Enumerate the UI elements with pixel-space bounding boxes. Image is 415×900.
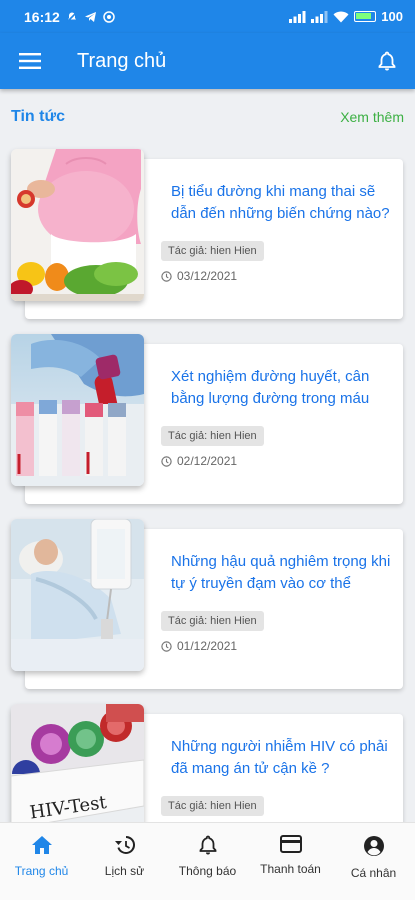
clock-icon [161,455,172,467]
clock-icon [161,270,172,282]
bell-icon [199,835,216,855]
nav-home[interactable]: Trang chủ [0,835,83,878]
article-title[interactable]: Những hậu quả nghiêm trọng khi tự ý truy… [171,551,401,595]
bottom-navigation: Trang chủ Lịch sử Thông báo Thanh toán C… [0,822,415,900]
card-icon [279,835,302,853]
menu-button[interactable] [0,33,60,89]
signal-icon [289,10,306,23]
news-card[interactable]: Những hậu quả nghiêm trọng khi tự ý truy… [11,519,403,689]
article-date: 01/12/2021 [177,639,238,653]
alarm-off-icon [66,10,78,23]
news-card[interactable]: Những người nhiễm HIV có phải đã mang án… [11,704,403,822]
nav-history[interactable]: Lịch sử [83,835,166,878]
see-more-link[interactable]: Xem thêm [340,109,404,125]
nav-notifications[interactable]: Thông báo [166,835,249,878]
menu-icon [19,53,41,69]
nav-label: Thông báo [178,864,237,878]
home-icon [31,836,52,854]
battery-icon [354,11,377,22]
settings-status-icon [103,10,115,23]
news-card[interactable]: Bị tiểu đường khi mang thai sẽ dẫn đến n… [11,149,403,319]
notifications-button[interactable] [359,33,415,89]
page-title: Trang chủ [77,49,167,72]
status-bar: 16:12 100 [0,0,415,33]
article-thumbnail[interactable]: HIV-Test [11,704,144,822]
author-badge: Tác giả: hien Hien [161,611,264,631]
article-date-row: 02/12/2021 [161,454,237,468]
article-title[interactable]: Những người nhiễm HIV có phải đã mang án… [171,736,401,780]
article-date: 02/12/2021 [177,454,238,468]
article-thumbnail[interactable] [11,149,144,301]
author-badge: Tác giả: hien Hien [161,241,264,261]
account-icon [363,836,384,856]
nav-payment[interactable]: Thanh toán [249,835,332,876]
app-bar: Trang chủ [0,33,415,89]
news-card[interactable]: Xét nghiệm đường huyết, cân bằng lượng đ… [11,334,403,504]
nav-label: Trang chủ [14,864,69,878]
article-title[interactable]: Bị tiểu đường khi mang thai sẽ dẫn đến n… [171,181,401,225]
bell-icon [378,51,396,71]
article-date: 03/12/2021 [177,269,238,283]
author-badge: Tác giả: hien Hien [161,796,264,816]
nav-label: Lịch sử [104,864,145,878]
news-feed[interactable]: Tin tức Xem thêm Bị tiểu đường khi mang … [0,89,415,822]
nav-profile[interactable]: Cá nhân [332,835,415,880]
article-date-row: 01/12/2021 [161,639,237,653]
status-time: 16:12 [24,8,60,25]
author-badge: Tác giả: hien Hien [161,426,264,446]
article-date-row: 03/12/2021 [161,269,237,283]
section-title: Tin tức [11,108,65,125]
news-section-header: Tin tức Xem thêm [0,89,415,145]
article-thumbnail[interactable] [11,519,144,671]
article-title[interactable]: Xét nghiệm đường huyết, cân bằng lượng đ… [171,366,401,410]
signal-icon-2 [311,10,328,23]
wifi-icon [333,11,349,23]
nav-label: Cá nhân [350,866,397,880]
telegram-icon [84,11,97,23]
history-icon [114,836,135,854]
battery-level: 100 [381,9,403,24]
nav-label: Thanh toán [260,862,321,876]
article-thumbnail[interactable] [11,334,144,486]
clock-icon [161,640,172,652]
